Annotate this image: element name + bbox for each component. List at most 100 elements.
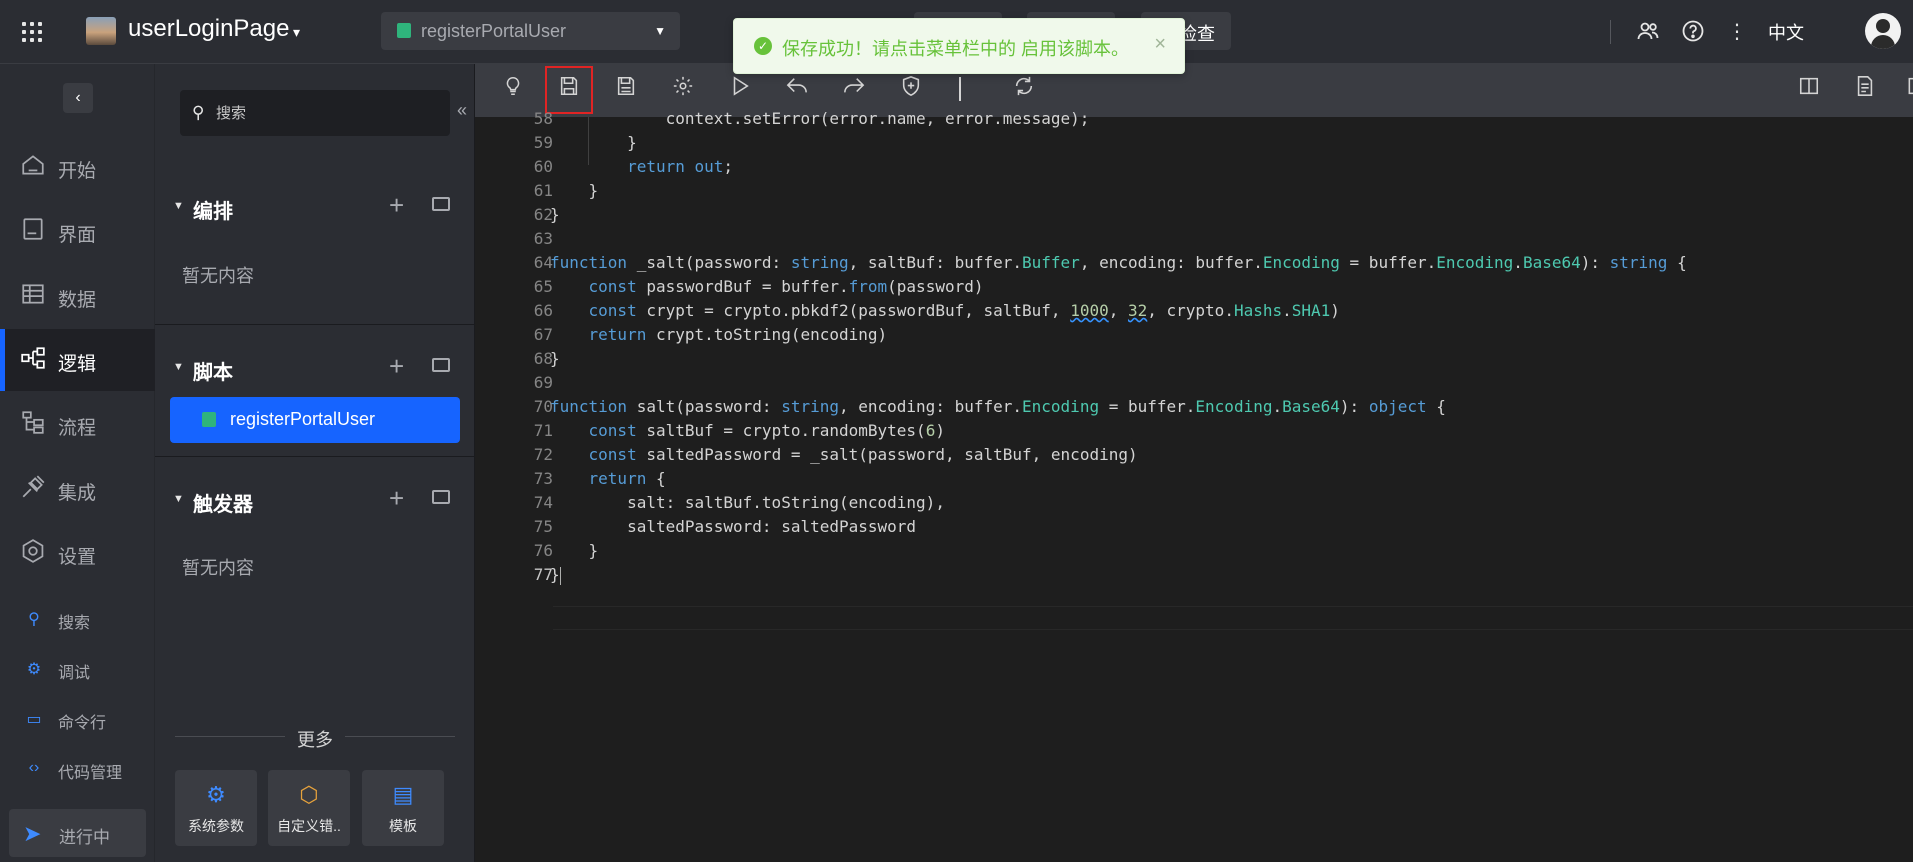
folder-icon[interactable] bbox=[432, 490, 450, 504]
nav-small-search[interactable]: ⚲ 搜索 bbox=[0, 600, 155, 636]
nav-item-ui[interactable]: 界面 bbox=[0, 200, 155, 262]
shield-icon[interactable] bbox=[895, 74, 927, 106]
page-icon bbox=[18, 216, 48, 246]
script-select-value: registerPortalUser bbox=[421, 21, 567, 41]
code-line: 71 const saltBuf = crypto.randomBytes(6) bbox=[533, 421, 945, 440]
more-label: 更多 bbox=[297, 730, 333, 750]
close-icon[interactable]: × bbox=[1154, 33, 1166, 56]
redo-icon[interactable] bbox=[838, 74, 870, 106]
chevron-down-icon[interactable]: ▾ bbox=[293, 24, 300, 41]
system-params-button[interactable]: ⚙ 系统参数 bbox=[175, 770, 257, 846]
debug-icon: ⚙ bbox=[26, 661, 42, 678]
bulb-icon[interactable] bbox=[497, 74, 529, 106]
more-divider: 更多 bbox=[175, 724, 455, 750]
help-icon[interactable] bbox=[1680, 19, 1706, 45]
collapse-panel-icon[interactable]: « bbox=[457, 100, 467, 121]
home-icon bbox=[18, 152, 48, 182]
custom-errors-button[interactable]: ⬡ 自定义错.. bbox=[268, 770, 350, 846]
code-line: 63 bbox=[533, 229, 553, 248]
code-editor[interactable]: 58 context.setError(error.name, error.me… bbox=[475, 64, 1913, 862]
code-line: 64 function _salt(password: string, saltB… bbox=[533, 253, 1687, 272]
gear-icon: ⚙ bbox=[206, 782, 226, 807]
add-icon[interactable]: + bbox=[389, 190, 404, 221]
nav-item-label: 界面 bbox=[58, 225, 97, 246]
tool-label: 自定义错.. bbox=[277, 818, 341, 834]
success-toast: ✓ 保存成功！请点击菜单栏中的 启用该脚本。 × bbox=[733, 18, 1185, 74]
project-name[interactable]: userLoginPage bbox=[128, 15, 289, 43]
running-status-button[interactable]: ➤ 进行中 bbox=[9, 809, 146, 857]
save-icon[interactable] bbox=[545, 66, 593, 114]
nav-item-label: 逻辑 bbox=[58, 354, 97, 375]
nav-small-label: 调试 bbox=[58, 665, 91, 682]
search-box[interactable]: ⚲ bbox=[180, 90, 450, 136]
nav-item-label: 开始 bbox=[58, 161, 97, 182]
nav-item-logic[interactable]: 逻辑 bbox=[0, 329, 155, 391]
script-item-label: registerPortalUser bbox=[230, 409, 376, 429]
template-icon: ▤ bbox=[392, 782, 414, 807]
users-icon[interactable] bbox=[1635, 19, 1661, 45]
document-icon[interactable] bbox=[1849, 74, 1881, 106]
chevron-down-icon: ▼ bbox=[654, 24, 666, 38]
cube-icon: ⬡ bbox=[299, 782, 319, 807]
nav-item-flow[interactable]: 流程 bbox=[0, 393, 155, 455]
code-line: 62} bbox=[533, 205, 560, 224]
section-triggers[interactable]: ▼ 触发器 + bbox=[155, 481, 475, 521]
panel-icon[interactable] bbox=[1897, 74, 1913, 106]
avatar[interactable] bbox=[1865, 13, 1901, 49]
logic-icon bbox=[18, 345, 48, 375]
settings-icon bbox=[18, 538, 48, 568]
script-file-icon bbox=[397, 23, 411, 38]
folder-icon[interactable] bbox=[432, 358, 450, 372]
running-label: 进行中 bbox=[59, 828, 110, 847]
undo-icon[interactable] bbox=[781, 74, 813, 106]
section-title: 触发器 bbox=[193, 494, 253, 516]
collapse-nav-button[interactable]: ‹ bbox=[63, 83, 93, 113]
nav-small-label: 代码管理 bbox=[58, 765, 123, 782]
toolbar-divider bbox=[959, 77, 961, 101]
script-item-registerportaluser[interactable]: registerPortalUser bbox=[170, 397, 460, 443]
split-view-icon[interactable] bbox=[1793, 74, 1825, 106]
search-input[interactable] bbox=[216, 100, 436, 126]
search-icon: ⚲ bbox=[192, 103, 205, 122]
code-line: 61 } bbox=[533, 181, 599, 200]
code-area[interactable]: 58 context.setError(error.name, error.me… bbox=[475, 109, 1913, 862]
refresh-icon[interactable] bbox=[1008, 74, 1040, 106]
add-icon[interactable]: + bbox=[389, 351, 404, 382]
section-title: 编排 bbox=[193, 201, 233, 223]
section-orchestration[interactable]: ▼ 编排 + bbox=[155, 188, 475, 228]
apps-grid-icon[interactable] bbox=[22, 22, 44, 44]
section-scripts[interactable]: ▼ 脚本 + bbox=[155, 349, 475, 389]
table-icon bbox=[18, 281, 48, 311]
add-icon[interactable]: + bbox=[389, 483, 404, 514]
language-switch[interactable]: 中文 bbox=[1768, 19, 1804, 45]
save-as-icon[interactable] bbox=[610, 74, 642, 106]
send-icon: ➤ bbox=[23, 821, 42, 846]
divider bbox=[155, 324, 475, 325]
more-vertical-icon[interactable]: ⋮ bbox=[1724, 19, 1750, 45]
nav-item-integration[interactable]: 集成 bbox=[0, 458, 155, 520]
folder-icon[interactable] bbox=[432, 197, 450, 211]
caret-down-icon: ▼ bbox=[173, 200, 184, 212]
code-line: 69 bbox=[533, 373, 553, 392]
nav-item-settings[interactable]: 设置 bbox=[0, 522, 155, 584]
nav-item-start[interactable]: 开始 bbox=[0, 136, 155, 198]
flow-icon bbox=[18, 409, 48, 439]
code-icon: ‹› bbox=[28, 759, 40, 776]
toast-message: 保存成功！请点击菜单栏中的 启用该脚本。 bbox=[782, 39, 1129, 59]
main-nav: ‹ 开始 界面 数据 逻辑 流程 集成 设置 ⚲ 搜索 ⚙ 调试 ▭ 命令行 ‹… bbox=[0, 64, 155, 862]
nav-item-label: 流程 bbox=[58, 418, 97, 439]
code-line: 65 const passwordBuf = buffer.from(passw… bbox=[533, 277, 984, 296]
script-select[interactable]: registerPortalUser ▼ bbox=[381, 12, 680, 50]
code-line: 59 } bbox=[533, 133, 637, 152]
plug-icon bbox=[18, 474, 48, 504]
nav-small-code[interactable]: ‹› 代码管理 bbox=[0, 750, 155, 786]
section-title: 脚本 bbox=[193, 362, 233, 384]
nav-small-debug[interactable]: ⚙ 调试 bbox=[0, 650, 155, 686]
code-line-current: 77} bbox=[533, 565, 561, 585]
templates-button[interactable]: ▤ 模板 bbox=[362, 770, 444, 846]
nav-small-label: 搜索 bbox=[58, 615, 91, 632]
nav-small-terminal[interactable]: ▭ 命令行 bbox=[0, 700, 155, 736]
run-icon[interactable] bbox=[724, 74, 756, 106]
nav-item-data[interactable]: 数据 bbox=[0, 265, 155, 327]
gear-icon[interactable] bbox=[667, 74, 699, 106]
